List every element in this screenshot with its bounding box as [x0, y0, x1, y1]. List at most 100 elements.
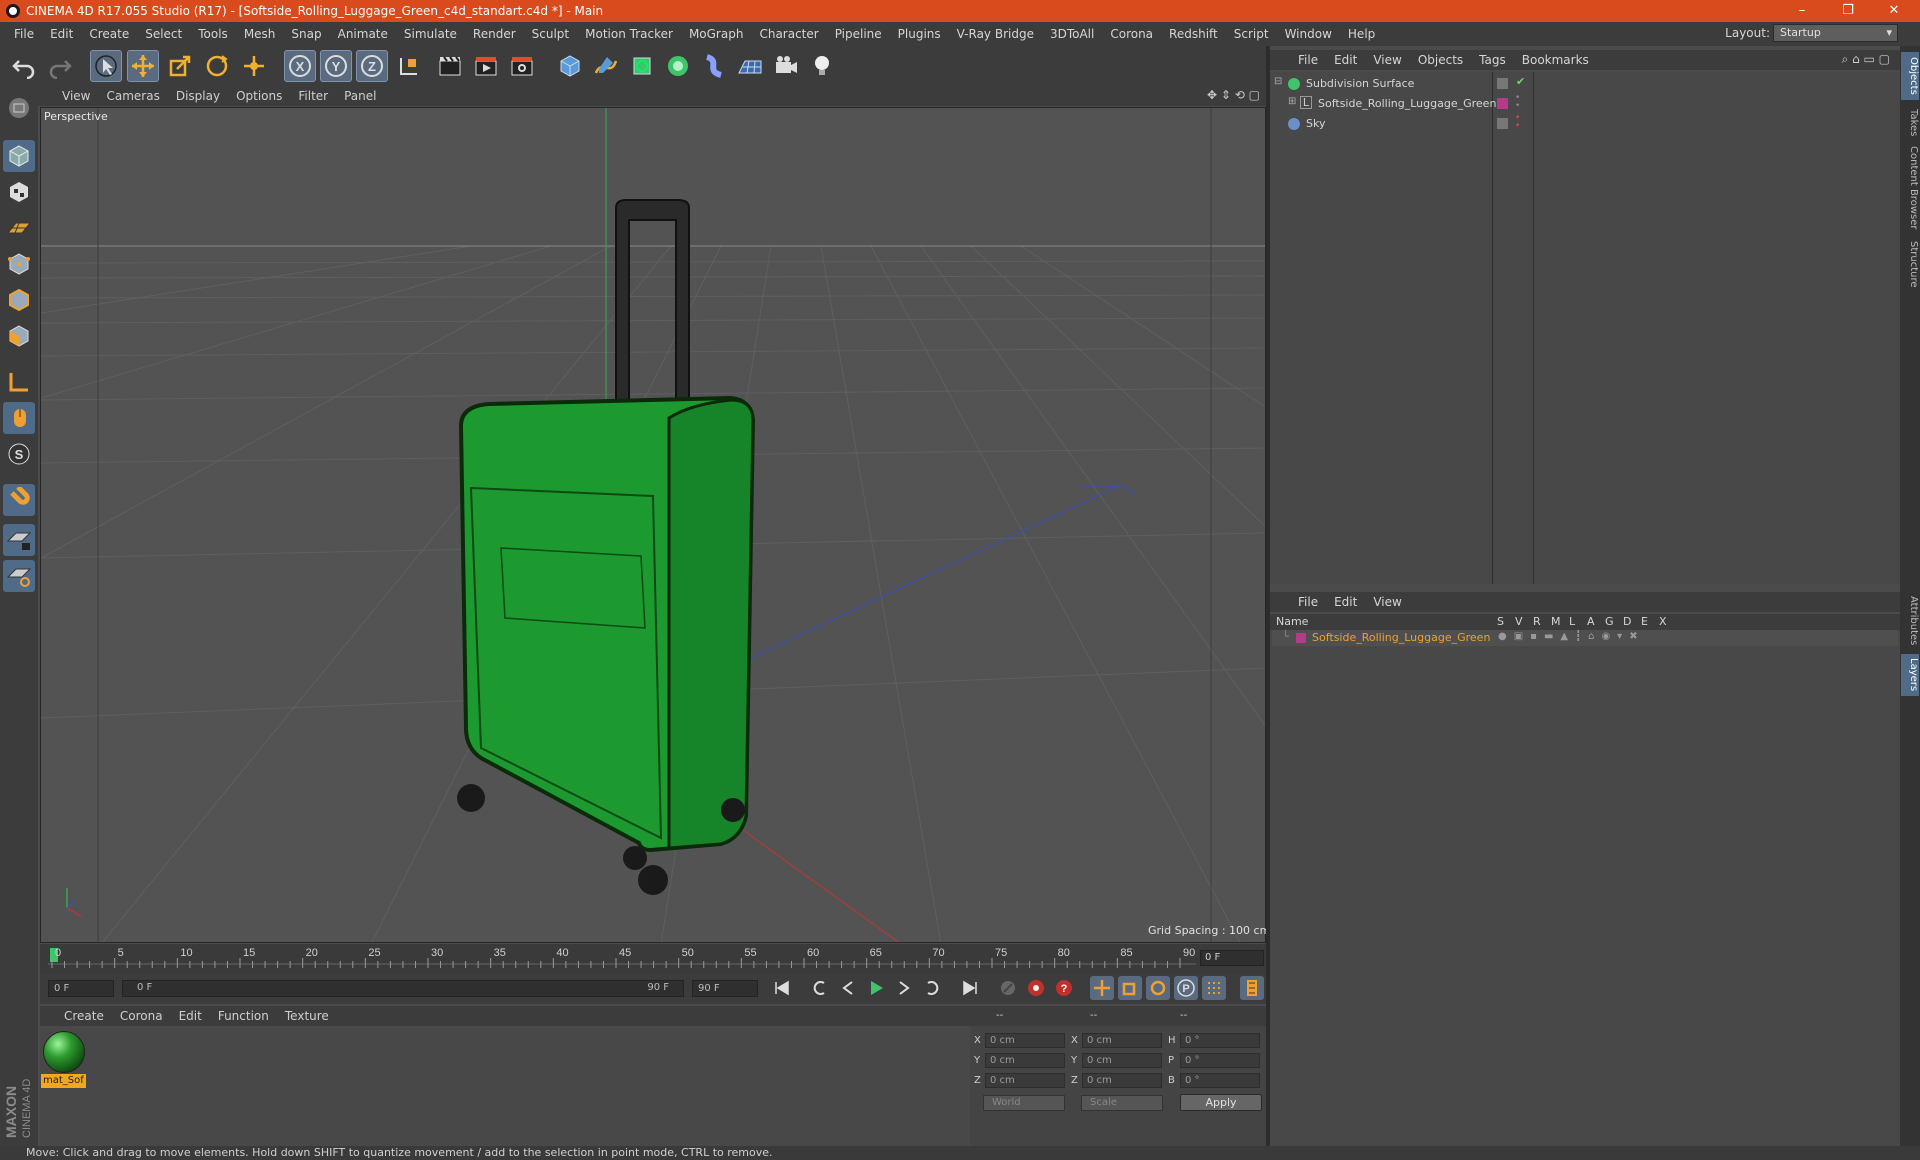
- next-frame-button[interactable]: [892, 976, 916, 1000]
- 3d-viewport[interactable]: [40, 107, 1266, 943]
- undo-button[interactable]: [8, 50, 40, 82]
- collapse-icon[interactable]: ⊟: [1274, 76, 1282, 87]
- menu-render[interactable]: Render: [465, 27, 524, 41]
- menu-sculpt[interactable]: Sculpt: [524, 27, 577, 41]
- layer-menu-file[interactable]: File: [1290, 595, 1326, 609]
- points-mode-button[interactable]: [3, 248, 35, 280]
- autokey-button[interactable]: ?: [1052, 976, 1076, 1000]
- object-menu-view[interactable]: View: [1365, 53, 1409, 67]
- menu-window[interactable]: Window: [1277, 27, 1340, 41]
- material-menu-function[interactable]: Function: [210, 1009, 277, 1023]
- enabled-check-icon[interactable]: ✔: [1516, 75, 1525, 88]
- material-menu-corona[interactable]: Corona: [112, 1009, 171, 1023]
- start-frame-field[interactable]: 0 F: [48, 980, 114, 997]
- layer-color-swatch[interactable]: [1497, 98, 1508, 109]
- layer-col-l[interactable]: L: [1569, 615, 1575, 628]
- object-name[interactable]: Subdivision Surface: [1306, 77, 1414, 90]
- y-axis-button[interactable]: Y: [320, 50, 352, 82]
- viewport-menu-panel[interactable]: Panel: [336, 89, 384, 103]
- redo-button[interactable]: [44, 50, 76, 82]
- layer-col-m[interactable]: M: [1551, 615, 1561, 628]
- key-pla-button[interactable]: [1202, 976, 1226, 1000]
- end-frame-field[interactable]: 90 F: [692, 980, 758, 997]
- material-menu-create[interactable]: Create: [56, 1009, 112, 1023]
- snap-button[interactable]: S: [3, 438, 35, 470]
- object-name[interactable]: Softside_Rolling_Luggage_Green: [1318, 97, 1496, 110]
- layout-select[interactable]: Startup ▾: [1773, 24, 1898, 42]
- material-menu-texture[interactable]: Texture: [277, 1009, 337, 1023]
- polygons-mode-button[interactable]: [3, 320, 35, 352]
- object-name[interactable]: Sky: [1306, 117, 1325, 130]
- tab-takes[interactable]: Takes: [1901, 104, 1919, 142]
- coordinate-system-button[interactable]: [393, 50, 425, 82]
- menu-3dtoall[interactable]: 3DToAll: [1042, 27, 1102, 41]
- layer-col-e[interactable]: E: [1641, 615, 1648, 628]
- object-menu-objects[interactable]: Objects: [1410, 53, 1471, 67]
- minimize-button[interactable]: –: [1780, 0, 1824, 22]
- key-parameter-button[interactable]: P: [1174, 976, 1198, 1000]
- previous-key-button[interactable]: [808, 976, 832, 1000]
- key-scale-button[interactable]: [1118, 976, 1142, 1000]
- edges-mode-button[interactable]: [3, 284, 35, 316]
- play-button[interactable]: [864, 976, 888, 1000]
- layer-swatch[interactable]: [1497, 78, 1508, 89]
- workplane-mode-button[interactable]: [3, 212, 35, 244]
- model-mode-button[interactable]: [3, 140, 35, 172]
- subdivision-button[interactable]: [626, 50, 658, 82]
- layer-flag-icons[interactable]: ●▣▪▬▲┇⌂◉▾✖: [1498, 631, 1645, 642]
- visibility-dots-icon[interactable]: • •: [1515, 94, 1520, 111]
- menu-tools[interactable]: Tools: [190, 27, 236, 41]
- menu-simulate[interactable]: Simulate: [396, 27, 465, 41]
- object-menu-edit[interactable]: Edit: [1326, 53, 1365, 67]
- floor-button[interactable]: [734, 50, 766, 82]
- viewport-menu-view[interactable]: View: [54, 89, 98, 103]
- menu-animate[interactable]: Animate: [330, 27, 396, 41]
- tab-content-browser[interactable]: Content Browser: [1901, 146, 1919, 230]
- menu-mesh[interactable]: Mesh: [236, 27, 284, 41]
- menu-help[interactable]: Help: [1340, 27, 1383, 41]
- expand-icon[interactable]: ⊞: [1288, 96, 1296, 107]
- locked-workplane-button[interactable]: [3, 524, 35, 556]
- render-view-button[interactable]: [434, 50, 466, 82]
- menu-script[interactable]: Script: [1226, 27, 1277, 41]
- menu-corona[interactable]: Corona: [1102, 27, 1161, 41]
- size-mode-select[interactable]: Scale: [1081, 1095, 1163, 1111]
- spline-pen-button[interactable]: [590, 50, 622, 82]
- x-axis-button[interactable]: X: [284, 50, 316, 82]
- material-preview-swatch[interactable]: [43, 1031, 85, 1073]
- object-row-sky[interactable]: Sky • •: [1272, 114, 1898, 132]
- current-frame-field[interactable]: 0 F: [1200, 950, 1264, 966]
- viewport-menu-filter[interactable]: Filter: [290, 89, 336, 103]
- move-tool-button[interactable]: [127, 50, 159, 82]
- close-button[interactable]: ✕: [1872, 0, 1916, 22]
- position-y-field[interactable]: 0 cm: [985, 1053, 1065, 1068]
- previous-frame-button[interactable]: [836, 976, 860, 1000]
- object-row-subdivision-surface[interactable]: ⊟ Subdivision Surface ✔: [1272, 75, 1898, 92]
- size-y-field[interactable]: 0 cm: [1082, 1053, 1162, 1068]
- keyframe-selection-button[interactable]: [996, 976, 1020, 1000]
- rotate-tool-button[interactable]: [201, 50, 233, 82]
- transform-tool-button[interactable]: [238, 50, 270, 82]
- layer-color-swatch[interactable]: [1296, 633, 1306, 643]
- layer-col-g[interactable]: G: [1605, 615, 1614, 628]
- layer-col-v[interactable]: V: [1515, 615, 1523, 628]
- key-position-button[interactable]: [1090, 976, 1114, 1000]
- tab-layers[interactable]: Layers: [1901, 654, 1919, 696]
- light-button[interactable]: [806, 50, 838, 82]
- object-menu-bookmarks[interactable]: Bookmarks: [1514, 53, 1597, 67]
- key-rotation-button[interactable]: [1146, 976, 1170, 1000]
- viewport-menu-options[interactable]: Options: [228, 89, 290, 103]
- live-selection-button[interactable]: [90, 50, 122, 82]
- rotation-h-field[interactable]: 0 °: [1180, 1033, 1260, 1048]
- object-manager-list[interactable]: [1270, 72, 1900, 584]
- tweak-mode-button[interactable]: [3, 402, 35, 434]
- go-to-start-button[interactable]: [770, 976, 794, 1000]
- layer-swatch[interactable]: [1497, 118, 1508, 129]
- visibility-dots-icon[interactable]: • •: [1515, 114, 1520, 131]
- tab-attributes[interactable]: Attributes: [1901, 592, 1919, 650]
- menu-file[interactable]: File: [6, 27, 42, 41]
- tab-objects[interactable]: Objects: [1901, 52, 1919, 100]
- material-manager-area[interactable]: [40, 1026, 970, 1146]
- menu-character[interactable]: Character: [751, 27, 826, 41]
- size-z-field[interactable]: 0 cm: [1082, 1073, 1162, 1088]
